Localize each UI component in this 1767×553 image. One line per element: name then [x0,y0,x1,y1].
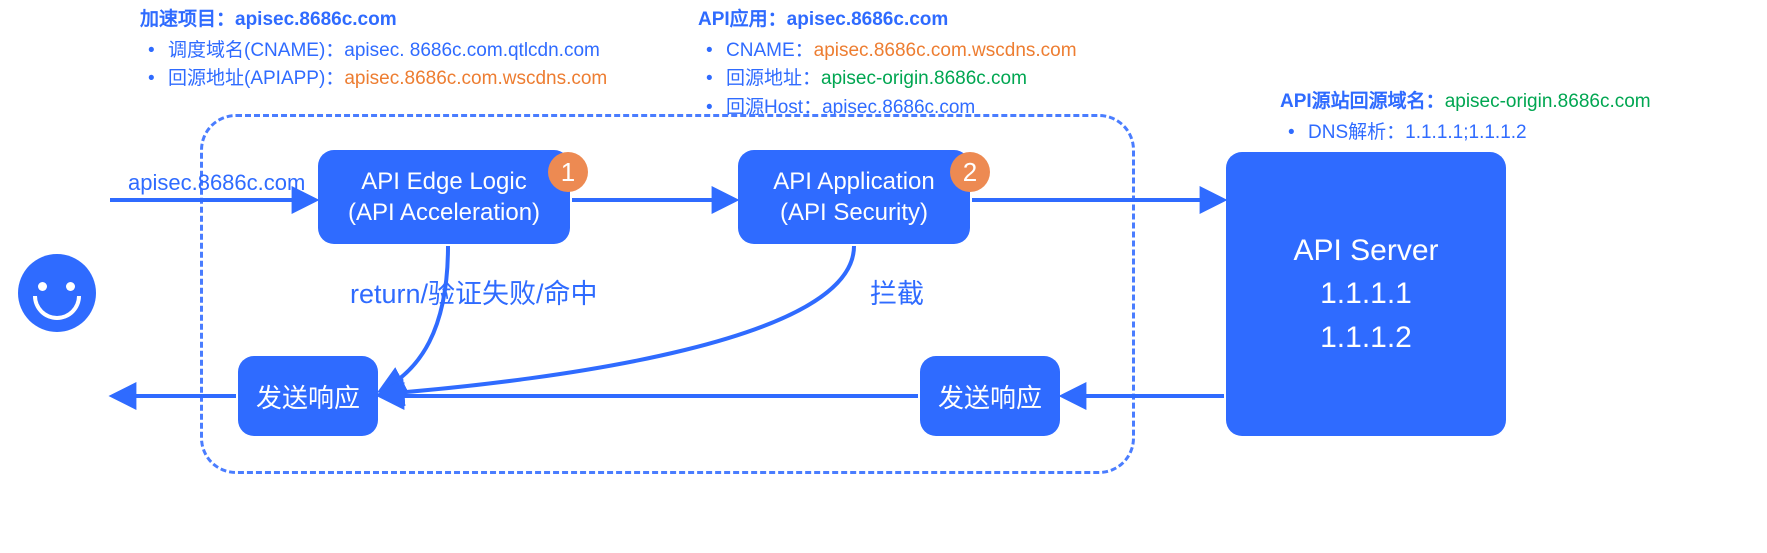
box-send-response-right: 发送响应 [920,356,1060,436]
resp1-label: 发送响应 [256,378,360,415]
box-app-line1: API Application [773,166,934,197]
box-api-edge-logic: API Edge Logic (API Acceleration) [318,150,570,244]
step-badge-1: 1 [548,152,588,192]
caption-intercept: 拦截 [870,272,924,311]
value-right-title: apisec-origin.8686c.com [1445,91,1651,112]
label-cname: 调度域名(CNAME)： [168,40,344,61]
value-mid-origin: apisec-origin.8686c.com [821,68,1027,89]
header-left-item-cname: 调度域名(CNAME)：apisec. 8686c.com.qtlcdn.com [140,37,607,66]
server-line1: API Server [1293,229,1438,273]
caption-return-fail-hit: return/验证失败/命中 [350,272,598,311]
box-api-application: API Application (API Security) [738,150,970,244]
box-edge-line1: API Edge Logic [361,166,526,197]
value-cname: apisec. 8686c.com.qtlcdn.com [344,40,600,61]
header-mid-item-cname: CNAME：apisec.8686c.com.wscdns.com [698,37,1077,66]
box-api-server: API Server 1.1.1.1 1.1.1.2 [1226,152,1506,436]
header-acceleration-project: 加速项目：apisec.8686c.com 调度域名(CNAME)：apisec… [140,6,607,94]
value-mid-cname: apisec.8686c.com.wscdns.com [814,40,1077,61]
label-mid-origin: 回源地址： [726,68,821,89]
server-line2: 1.1.1.1 [1320,272,1412,316]
user-icon [18,254,96,332]
box-edge-line2: (API Acceleration) [348,197,540,228]
value-apiapp: apisec.8686c.com.wscdns.com [344,68,607,89]
step-badge-2: 2 [950,152,990,192]
box-send-response-left: 发送响应 [238,356,378,436]
label-right-title: API源站回源域名： [1280,91,1445,112]
value-dns: 1.1.1.1;1.1.1.2 [1405,122,1527,143]
label-dns: DNS解析： [1308,122,1405,143]
header-right-title: API源站回源域名：apisec-origin.8686c.com [1280,88,1651,117]
resp2-label: 发送响应 [938,378,1042,415]
incoming-domain-label: apisec.8686c.com [128,170,305,196]
header-api-application: API应用：apisec.8686c.com CNAME：apisec.8686… [698,6,1077,122]
header-right-item-dns: DNS解析：1.1.1.1;1.1.1.2 [1280,119,1651,148]
header-api-origin: API源站回源域名：apisec-origin.8686c.com DNS解析：… [1280,88,1651,147]
label-apiapp: 回源地址(APIAPP)： [168,68,344,89]
server-line3: 1.1.1.2 [1320,316,1412,360]
label-mid-cname: CNAME： [726,40,814,61]
header-left-item-apiapp: 回源地址(APIAPP)：apisec.8686c.com.wscdns.com [140,65,607,94]
header-mid-title: API应用：apisec.8686c.com [698,6,1077,35]
box-app-line2: (API Security) [780,197,928,228]
header-left-title: 加速项目：apisec.8686c.com [140,6,607,35]
header-mid-item-origin: 回源地址：apisec-origin.8686c.com [698,65,1077,94]
